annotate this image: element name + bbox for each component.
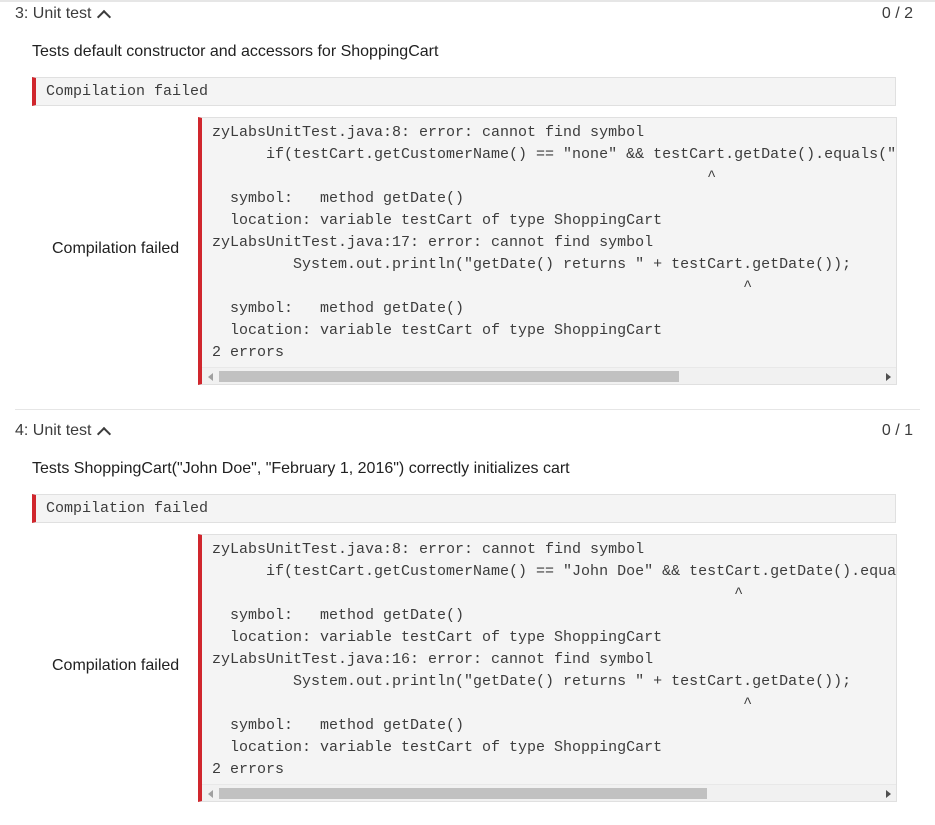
output-row-label: Compilation failed [52, 657, 180, 674]
compilation-status-banner: Compilation failed [32, 494, 896, 523]
test-header-label: 4: Unit test [15, 422, 92, 439]
scroll-left-arrow-icon[interactable] [208, 373, 213, 381]
test-description: Tests default constructor and accessors … [32, 43, 439, 60]
test-divider [15, 409, 920, 410]
compiler-output-text: zyLabsUnitTest.java:8: error: cannot fin… [212, 541, 897, 778]
compiler-output-box[interactable]: zyLabsUnitTest.java:8: error: cannot fin… [198, 534, 897, 802]
test-header-toggle[interactable]: 3: Unit test [15, 2, 112, 26]
chevron-up-icon [97, 9, 112, 24]
test-header-toggle[interactable]: 4: Unit test [15, 419, 112, 443]
compilation-status-banner: Compilation failed [32, 77, 896, 106]
chevron-up-icon [97, 426, 112, 441]
scroll-right-arrow-icon[interactable] [886, 373, 891, 381]
test-score: 0 / 1 [881, 422, 913, 439]
top-divider [0, 0, 935, 2]
scroll-right-arrow-icon[interactable] [886, 790, 891, 798]
output-row-label: Compilation failed [52, 240, 180, 257]
scroll-thumb[interactable] [219, 788, 707, 799]
scroll-thumb[interactable] [219, 371, 679, 382]
test-score: 0 / 2 [881, 5, 913, 22]
test-description: Tests ShoppingCart("John Doe", "February… [32, 460, 570, 477]
compiler-output-text: zyLabsUnitTest.java:8: error: cannot fin… [212, 124, 897, 361]
test-header-label: 3: Unit test [15, 5, 92, 22]
horizontal-scrollbar[interactable] [202, 367, 896, 384]
horizontal-scrollbar[interactable] [202, 784, 896, 801]
scroll-left-arrow-icon[interactable] [208, 790, 213, 798]
compiler-output-box[interactable]: zyLabsUnitTest.java:8: error: cannot fin… [198, 117, 897, 385]
